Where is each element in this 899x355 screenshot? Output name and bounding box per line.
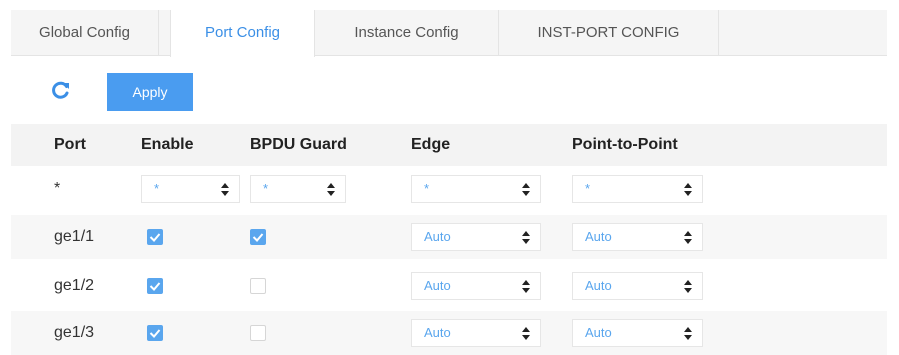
column-header-edge: Edge bbox=[411, 136, 451, 153]
check-icon bbox=[149, 233, 161, 242]
enable-checkbox[interactable] bbox=[147, 325, 163, 341]
edge-select[interactable]: Auto bbox=[411, 272, 541, 300]
check-icon bbox=[252, 233, 264, 242]
filter-row: * * * * * bbox=[11, 167, 887, 211]
enable-checkbox[interactable] bbox=[147, 278, 163, 294]
sort-arrows-icon bbox=[327, 183, 335, 196]
edge-select[interactable]: Auto bbox=[411, 319, 541, 347]
port-name: ge1/3 bbox=[54, 324, 95, 341]
point-to-point-select[interactable]: Auto bbox=[572, 319, 703, 347]
table-row: ge1/2 Auto Auto bbox=[11, 264, 887, 308]
table-row: ge1/1 Auto Auto bbox=[11, 215, 887, 259]
port-name: ge1/1 bbox=[54, 228, 95, 245]
edge-select[interactable]: Auto bbox=[411, 223, 541, 251]
tab-bar: Global Config Port Config Instance Confi… bbox=[11, 10, 887, 57]
point-to-point-select[interactable]: Auto bbox=[572, 272, 703, 300]
sort-arrows-icon bbox=[684, 231, 692, 244]
tab-global-config[interactable]: Global Config bbox=[11, 10, 159, 56]
column-header-port: Port bbox=[54, 136, 86, 153]
bpdu-guard-checkbox[interactable] bbox=[250, 325, 266, 341]
sort-arrows-icon bbox=[221, 183, 229, 196]
sort-arrows-icon bbox=[684, 327, 692, 340]
bpdu-guard-checkbox[interactable] bbox=[250, 229, 266, 245]
refresh-icon[interactable] bbox=[51, 80, 71, 100]
enable-checkbox[interactable] bbox=[147, 229, 163, 245]
check-icon bbox=[149, 282, 161, 291]
tab-port-config[interactable]: Port Config bbox=[170, 10, 315, 57]
column-header-point-to-point: Point-to-Point bbox=[572, 136, 678, 153]
column-header-bpdu-guard: BPDU Guard bbox=[250, 136, 347, 153]
sort-arrows-icon bbox=[522, 280, 530, 293]
table-row: ge1/3 Auto Auto bbox=[11, 311, 887, 355]
table-header: Port Enable BPDU Guard Edge Point-to-Poi… bbox=[11, 124, 887, 166]
edge-filter-select[interactable]: * bbox=[411, 175, 541, 203]
apply-button[interactable]: Apply bbox=[107, 73, 193, 111]
column-header-enable: Enable bbox=[141, 136, 194, 153]
bpdu-guard-filter-select[interactable]: * bbox=[250, 175, 346, 203]
sort-arrows-icon bbox=[684, 183, 692, 196]
point-to-point-filter-select[interactable]: * bbox=[572, 175, 703, 203]
sort-arrows-icon bbox=[522, 231, 530, 244]
tab-inst-port-config[interactable]: INST-PORT CONFIG bbox=[499, 10, 719, 56]
check-icon bbox=[149, 329, 161, 338]
point-to-point-select[interactable]: Auto bbox=[572, 223, 703, 251]
enable-filter-select[interactable]: * bbox=[141, 175, 240, 203]
port-name: ge1/2 bbox=[54, 277, 95, 294]
tab-instance-config[interactable]: Instance Config bbox=[315, 10, 499, 56]
port-filter-text: * bbox=[54, 180, 61, 197]
sort-arrows-icon bbox=[522, 327, 530, 340]
sort-arrows-icon bbox=[522, 183, 530, 196]
sort-arrows-icon bbox=[684, 280, 692, 293]
bpdu-guard-checkbox[interactable] bbox=[250, 278, 266, 294]
